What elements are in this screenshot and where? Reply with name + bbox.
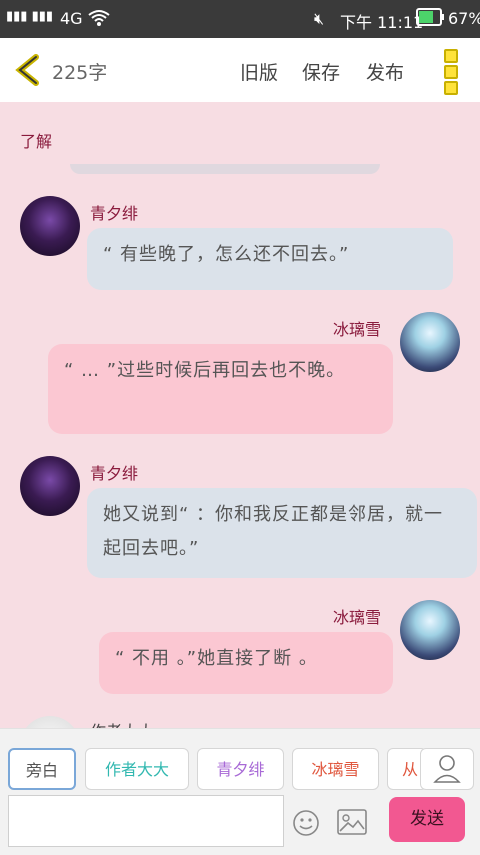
avatar[interactable] xyxy=(400,312,460,372)
sender-name: 冰璃雪 xyxy=(333,320,382,339)
sender-name: 冰璃雪 xyxy=(333,608,382,627)
old-version-button[interactable]: 旧版 xyxy=(240,58,278,85)
add-role-button[interactable] xyxy=(420,748,474,790)
avatar[interactable] xyxy=(20,456,80,516)
network-type: 4G xyxy=(60,9,83,28)
battery-icon xyxy=(416,8,444,30)
message-input[interactable] xyxy=(8,795,284,847)
sender-name: 作者大大 xyxy=(90,718,154,728)
avatar[interactable] xyxy=(20,196,80,256)
status-bar: ▮▮▮ ▮▮▮ 4G 🔇︎ 下午 11:11 67% xyxy=(0,0,480,38)
message-bubble[interactable]: “ 不用 。”她直接了断 。 xyxy=(99,632,393,694)
user-icon xyxy=(433,755,461,783)
role-chip[interactable]: 青夕绯 xyxy=(197,748,284,790)
more-menu-button[interactable] xyxy=(441,49,459,95)
publish-button[interactable]: 发布 xyxy=(366,58,404,85)
partial-bubble xyxy=(70,164,380,174)
role-chip[interactable]: 冰璃雪 xyxy=(292,748,379,790)
editor-toolbar: 225字 旧版 保存 发布 xyxy=(0,38,480,102)
save-button[interactable]: 保存 xyxy=(302,58,340,85)
chevron-left-icon xyxy=(15,54,39,86)
role-chip[interactable]: 旁白 xyxy=(8,748,76,790)
smiley-icon xyxy=(293,810,319,836)
send-button[interactable]: 发送 xyxy=(389,797,465,842)
image-icon xyxy=(337,809,367,835)
emoji-button[interactable] xyxy=(292,809,320,837)
sender-name: 青夕绯 xyxy=(90,464,139,483)
message-bubble[interactable]: “ 有些晚了，怎么还不回去。” xyxy=(87,228,453,290)
chat-area[interactable]: 了解 青夕绯 “ 有些晚了，怎么还不回去。” 冰璃雪 “ … ”过些时候后再回去… xyxy=(0,102,480,728)
sender-name: 青夕绯 xyxy=(90,204,139,223)
composer: 旁白 作者大大 青夕绯 冰璃雪 从 发送 xyxy=(0,728,480,855)
clock: 下午 11:11 xyxy=(340,13,424,32)
role-label: 冰璃雪 xyxy=(311,760,360,779)
role-chip[interactable]: 作者大大 xyxy=(85,748,189,790)
avatar[interactable] xyxy=(20,716,80,728)
role-label: 从 xyxy=(402,760,419,779)
battery-level: 67% xyxy=(448,9,480,28)
image-button[interactable] xyxy=(337,809,367,835)
more-vertical-icon xyxy=(444,49,458,63)
avatar[interactable] xyxy=(400,600,460,660)
more-dot xyxy=(444,81,458,95)
signal-icon: ▮▮▮ ▮▮▮ xyxy=(6,9,54,24)
partial-message-name: 了解 xyxy=(20,132,53,151)
role-label: 青夕绯 xyxy=(216,760,265,779)
message-bubble[interactable]: “ … ”过些时候后再回去也不晚。 xyxy=(48,344,393,434)
more-dot xyxy=(444,65,458,79)
wifi-icon xyxy=(88,9,110,31)
mute-icon: 🔇︎ xyxy=(314,9,325,28)
back-button[interactable] xyxy=(14,54,44,86)
word-count: 225字 xyxy=(52,62,108,84)
message-bubble[interactable]: 她又说到“ ：你和我反正都是邻居，就一起回去吧。” xyxy=(87,488,477,578)
role-label: 旁白 xyxy=(25,761,58,780)
role-label: 作者大大 xyxy=(104,760,169,779)
